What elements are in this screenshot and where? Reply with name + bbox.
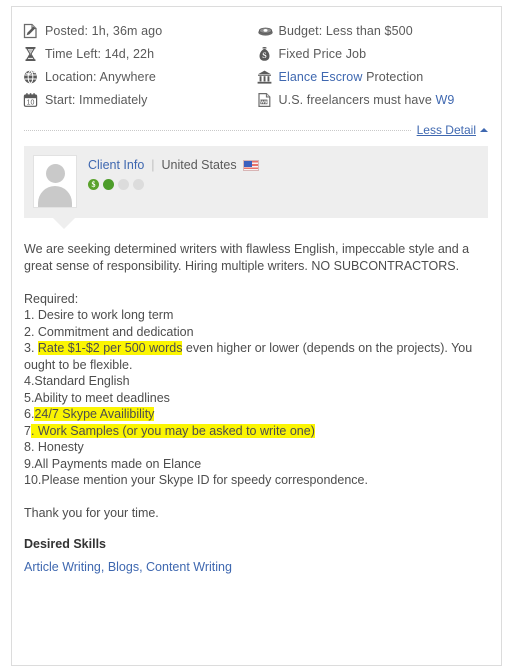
meta-label-time-left: Time Left: 14d, 22h	[45, 46, 155, 61]
requirement-item: 8. Honesty	[24, 440, 84, 454]
desired-skills-heading: Desired Skills	[24, 536, 106, 551]
rating-dot-empty	[118, 179, 129, 190]
w9-form-icon: W9	[257, 91, 279, 109]
requirement-item: 7. Work Samples (or you may be asked to …	[24, 423, 488, 440]
client-info-box: Client Info | United States $	[24, 146, 488, 218]
requirement-item: 10.Please mention your Skype ID for spee…	[24, 473, 368, 487]
bank-icon	[257, 68, 279, 86]
meta-label-fixed-price: Fixed Price Job	[278, 46, 367, 61]
requirement-highlight: Rate $1-$2 per 500 words	[37, 341, 183, 355]
meta-row-time-left: Time Left: 14d, 22h	[23, 42, 257, 65]
requirement-prefix: 6.	[24, 407, 35, 421]
meta-label-location: Location: Anywhere	[45, 69, 156, 84]
dotted-divider	[24, 129, 411, 131]
requirement-item: 4.Standard English	[24, 374, 130, 388]
rating-dot-filled	[103, 179, 114, 190]
requirement-item: 3. Rate $1-$2 per 500 words even higher …	[24, 340, 488, 373]
requirement-item: 9.All Payments made on Elance	[24, 456, 202, 471]
job-detail-panel: Posted: 1h, 36m ago Time Left: 14d, 22h	[11, 6, 502, 666]
avatar-head	[46, 164, 65, 183]
money-icon	[257, 22, 279, 40]
required-heading: Required:	[24, 291, 79, 306]
desired-skills-list: Article Writing, Blogs, Content Writing	[24, 560, 488, 574]
meta-row-start: 10 Start: Immediately	[23, 88, 257, 111]
meta-row-fixed-price: S Fixed Price Job	[257, 42, 501, 65]
client-info-bubble: Client Info | United States $	[24, 146, 488, 229]
client-info-link[interactable]: Client Info	[88, 158, 144, 172]
bubble-tail	[53, 218, 75, 229]
meta-label-posted: Posted: 1h, 36m ago	[45, 23, 163, 38]
job-description: We are seeking determined writers with f…	[24, 241, 488, 522]
requirement-item: 6.24/7 Skype Availibility	[24, 406, 488, 423]
meta-row-escrow: Elance Escrow Protection	[257, 65, 501, 88]
meta-row-posted: Posted: 1h, 36m ago	[23, 19, 257, 42]
client-separator: |	[151, 158, 155, 172]
job-meta-column-right: Budget: Less than $500 S Fixed Price Job	[257, 19, 501, 111]
requirement-prefix: 3.	[24, 341, 38, 355]
avatar	[33, 155, 77, 208]
avatar-body	[38, 186, 72, 207]
elance-escrow-link[interactable]: Elance Escrow	[279, 70, 363, 84]
hourglass-icon	[23, 45, 45, 63]
escrow-protection-text: Protection	[362, 69, 424, 84]
svg-text:10: 10	[27, 99, 35, 106]
calendar-icon: 10	[23, 91, 45, 109]
description-intro: We are seeking determined writers with f…	[24, 242, 470, 273]
requirement-prefix: 7	[24, 423, 31, 438]
flag-canton	[243, 160, 252, 167]
meta-label-start: Start: Immediately	[45, 92, 148, 107]
rating-dot-dollar: $	[88, 179, 99, 190]
w9-link[interactable]: W9	[435, 93, 454, 107]
requirement-item: 1. Desire to work long term	[24, 308, 174, 322]
meta-label-budget: Budget: Less than $500	[278, 23, 413, 38]
client-identity-line: Client Info | United States	[88, 158, 259, 172]
meta-row-location: Location: Anywhere	[23, 65, 257, 88]
less-detail-row: Less Detail	[12, 120, 501, 140]
requirement-highlight: . Work Samples (or you may be asked to w…	[30, 423, 315, 438]
requirement-item: 5.Ability to meet deadlines	[24, 390, 170, 405]
less-detail-toggle[interactable]: Less Detail	[417, 123, 488, 137]
moneybag-icon: S	[257, 45, 279, 63]
w9-text-prefix: U.S. freelancers must have	[278, 92, 436, 107]
description-closing: Thank you for your time.	[24, 506, 159, 520]
document-pencil-icon	[23, 22, 45, 40]
less-detail-label: Less Detail	[416, 123, 476, 137]
client-meta: Client Info | United States $	[88, 155, 259, 190]
rating-dot-empty	[133, 179, 144, 190]
us-flag-icon	[242, 159, 259, 171]
caret-up-icon	[480, 128, 488, 132]
globe-icon	[23, 68, 45, 86]
client-rating-dots: $	[88, 179, 259, 190]
skills-links[interactable]: Article Writing, Blogs, Content Writing	[24, 560, 232, 574]
job-meta-grid: Posted: 1h, 36m ago Time Left: 14d, 22h	[12, 7, 501, 111]
meta-row-w9: W9 U.S. freelancers must have W9	[257, 88, 501, 111]
svg-text:W9: W9	[260, 99, 267, 104]
requirement-item: 2. Commitment and dedication	[24, 324, 194, 339]
meta-row-budget: Budget: Less than $500	[257, 19, 501, 42]
job-meta-column-left: Posted: 1h, 36m ago Time Left: 14d, 22h	[12, 19, 257, 111]
requirement-highlight: 24/7 Skype Availibility	[34, 407, 155, 421]
client-country: United States	[161, 158, 237, 172]
svg-text:S: S	[262, 51, 267, 60]
